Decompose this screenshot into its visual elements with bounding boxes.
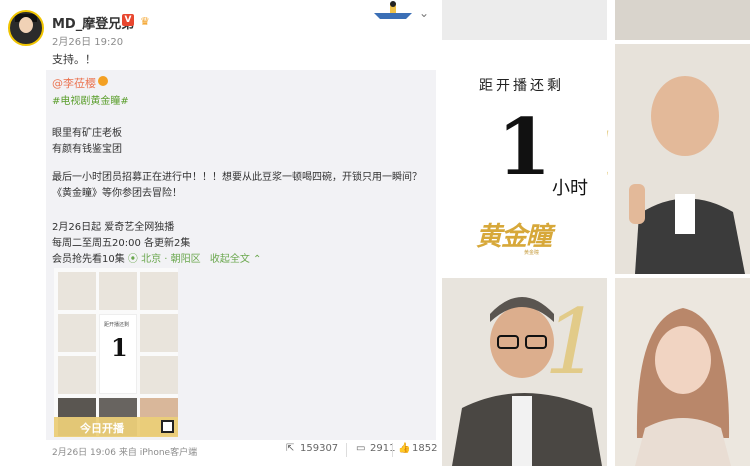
thumb-portrait	[99, 272, 137, 310]
bald-man-figure-icon	[629, 76, 745, 274]
verified-badge-icon: V	[122, 14, 134, 26]
repost-line-2: 有颜有钱鉴宝团	[52, 144, 122, 155]
thumb-countdown: 距开播还剩 1	[99, 314, 137, 394]
repost-promo-text: 最后一小时团员招募正在进行中！！！想要从此豆浆一顿喝四碗，开锁只用一瞬间？《黄金…	[52, 172, 422, 199]
poster-portrait-bald-man	[615, 44, 750, 274]
thumb-banner-text: 今日开播	[80, 422, 124, 435]
poster-thumbnail[interactable]: 距开播还剩 1 今日开播	[54, 268, 178, 437]
thumb-banner: 今日开播	[54, 417, 178, 437]
member-crown-icon: ♛	[140, 15, 150, 28]
repost-line-1: 眼里有矿庄老板	[52, 128, 122, 139]
weibo-post: MD_摩登兄弟 V ♛ 2月26日 19:20 ⌄ 支持。！ @李莅樱 #电视剧…	[0, 0, 442, 466]
schedule-line-2: 每周二至周五20:00 各更新2集	[52, 238, 191, 249]
action-divider	[346, 443, 347, 457]
share-icon[interactable]: ⇱	[286, 443, 294, 454]
poster-portrait-top-left	[442, 0, 607, 40]
qr-code-icon	[161, 420, 174, 433]
location-icon: ⦿	[127, 254, 142, 265]
thumb-portrait	[140, 356, 178, 394]
user-avatar[interactable]	[8, 10, 44, 46]
drama-logo-subtitle: 黄金瞳	[524, 250, 540, 256]
boat-decoration-icon	[374, 1, 412, 19]
poster-countdown-label: 距开播还剩	[479, 78, 564, 94]
poster-countdown-panel: 距开播还剩 1 小时 黄金瞳 黄金瞳	[442, 44, 607, 274]
drama-logo: 黄金瞳	[476, 222, 552, 252]
hashtag-link[interactable]: #电视剧黄金瞳#	[52, 92, 129, 107]
poster-portrait-top-right	[615, 0, 750, 40]
post-time[interactable]: 2月26日 19:20	[52, 33, 123, 48]
like-count[interactable]: 1852	[412, 443, 437, 454]
thumb-portrait	[140, 272, 178, 310]
thumb-portrait	[140, 314, 178, 352]
repost-time-source[interactable]: 2月26日 19:06 来自 iPhone客户端	[52, 445, 197, 458]
collapse-text-link[interactable]: 收起全文	[210, 254, 250, 265]
schedule-line-1: 2月26日起 爱奇艺全网独播	[52, 222, 175, 233]
poster-countdown-number: 1	[497, 102, 552, 193]
reposted-content: @李莅樱 #电视剧黄金瞳# 眼里有矿庄老板 有颜有钱鉴宝团 最后一小时团员招募正…	[46, 70, 436, 440]
poster-portrait-woman	[615, 278, 750, 466]
post-menu-chevron-down-icon[interactable]: ⌄	[419, 6, 429, 20]
vip-line: 会员抢先看10集 ⦿ 北京 · 朝阳区 收起全文 ⌃	[52, 250, 261, 265]
collapse-chevron-icon[interactable]: ⌃	[253, 254, 261, 265]
comment-icon[interactable]: ▭	[356, 443, 365, 454]
thumb-countdown-number: 1	[111, 333, 128, 362]
post-text: 支持。！	[52, 53, 96, 66]
like-icon[interactable]: 👍	[398, 443, 410, 454]
poster-gold-numeral-decoration: 1	[544, 290, 602, 395]
repost-count[interactable]: 159307	[300, 443, 338, 454]
location-link[interactable]: 北京 · 朝阳区	[141, 254, 201, 265]
vip-text: 会员抢先看10集	[52, 254, 125, 265]
repost-author-link[interactable]: @李莅樱	[52, 75, 96, 91]
woman-figure-icon	[635, 308, 731, 466]
thumb-portrait	[58, 314, 96, 352]
thumb-portrait	[58, 272, 96, 310]
thumb-countdown-label: 距开播还剩	[104, 322, 130, 328]
thumb-portrait	[58, 356, 96, 394]
poster-countdown-unit: 小时	[552, 178, 588, 199]
action-divider	[392, 443, 393, 457]
repost-verified-icon	[98, 76, 108, 86]
